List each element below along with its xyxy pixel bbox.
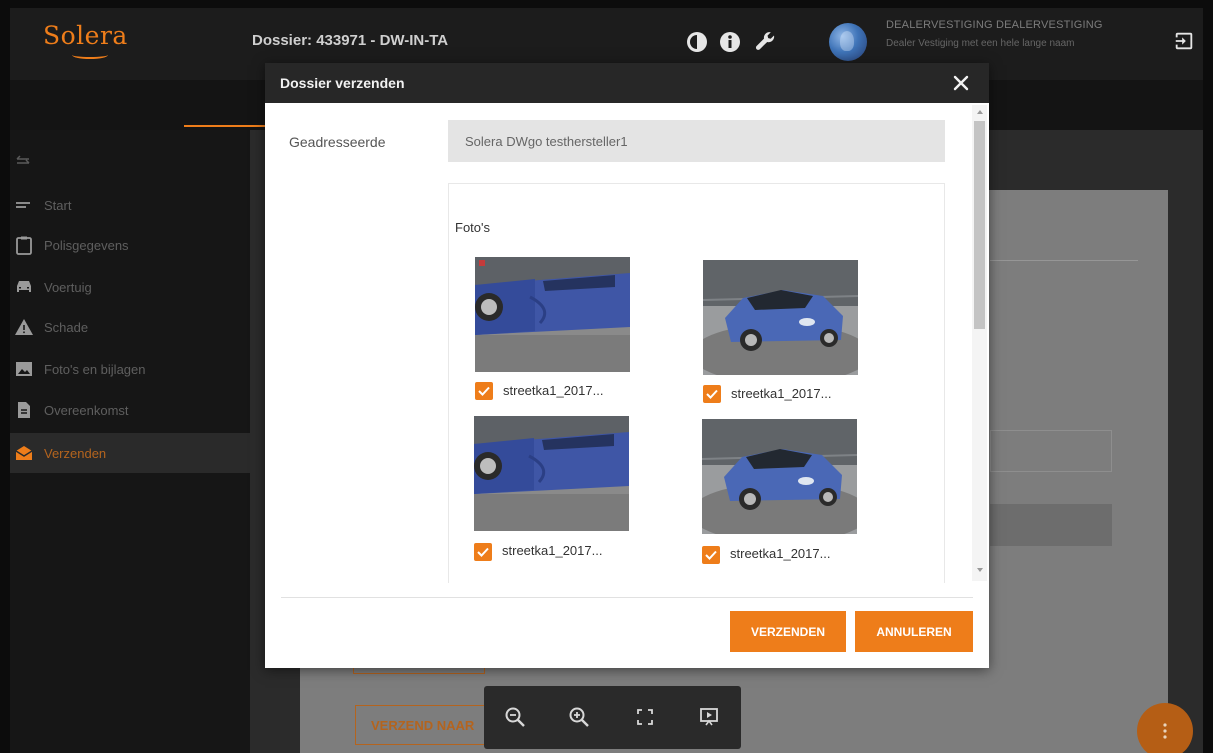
sidebar-item-label: Schade: [44, 319, 89, 335]
sidebar-item-label: Voertuig: [44, 279, 92, 295]
wrench-icon[interactable]: [754, 30, 778, 54]
car-front-photo[interactable]: [703, 260, 858, 375]
background-field: [990, 430, 1112, 472]
sidebar: Start Polisgegevens Voertuig Schade Foto…: [10, 130, 250, 753]
warning-icon: [15, 319, 33, 335]
photo-item[interactable]: streetka1_2017...: [703, 260, 863, 410]
photo-item[interactable]: streetka1_2017...: [702, 419, 862, 569]
photo-filename: streetka1_2017...: [731, 386, 832, 401]
scrollbar-thumb[interactable]: [974, 121, 985, 329]
photo-filename: streetka1_2017...: [730, 546, 831, 561]
background-field: [990, 504, 1112, 546]
photos-heading: Foto's: [455, 220, 490, 235]
photo-checkbox[interactable]: [703, 385, 721, 403]
scroll-down-arrow-icon[interactable]: [976, 566, 984, 574]
sidebar-item-voertuig[interactable]: Voertuig: [10, 267, 250, 307]
present-icon[interactable]: [698, 706, 720, 728]
photo-checkbox[interactable]: [475, 382, 493, 400]
photo-filename: streetka1_2017...: [502, 543, 603, 558]
user-name: DEALERVESTIGING DEALERVESTIGING: [886, 19, 1103, 31]
info-icon[interactable]: [718, 30, 742, 54]
car-side-photo[interactable]: [474, 416, 629, 531]
solera-logo[interactable]: Solera: [43, 21, 128, 50]
avatar[interactable]: [829, 23, 867, 61]
addressee-field[interactable]: [448, 120, 945, 162]
photo-checkbox[interactable]: [702, 546, 720, 564]
zoom-toolbar: [484, 686, 741, 749]
car-icon: [17, 281, 31, 292]
more-vert-icon: [1163, 723, 1167, 739]
scroll-up-arrow-icon[interactable]: [976, 108, 984, 116]
car-front-photo[interactable]: [702, 419, 857, 534]
sidebar-item-label: Foto's en bijlagen: [44, 361, 146, 377]
document-icon: [18, 402, 30, 418]
dialog-header: Dossier verzenden: [265, 63, 989, 103]
photo-item[interactable]: streetka1_2017...: [474, 416, 634, 566]
zoom-out-icon[interactable]: [504, 706, 526, 728]
verzend-naar-button[interactable]: VERZEND NAAR: [355, 705, 495, 745]
dialog-footer-divider: [281, 597, 973, 598]
user-branch: Dealer Vestiging met een hele lange naam: [886, 38, 1075, 49]
sidebar-item-overeenkomst[interactable]: Overeenkomst: [10, 390, 250, 430]
check-icon: [706, 389, 718, 399]
divider: [990, 260, 1138, 261]
check-icon: [478, 386, 490, 396]
sidebar-item-label: Polisgegevens: [44, 237, 129, 253]
active-tab-indicator: [184, 125, 268, 127]
fit-screen-icon[interactable]: [634, 706, 656, 728]
sidebar-item-label: Verzenden: [44, 445, 107, 461]
addressee-label: Geadresseerde: [289, 134, 386, 150]
send-dossier-dialog: Dossier verzenden Geadresseerde Foto's: [265, 63, 989, 668]
car-side-photo[interactable]: [475, 257, 630, 372]
cancel-button[interactable]: ANNULEREN: [855, 611, 973, 652]
photo-filename: streetka1_2017...: [503, 383, 604, 398]
logout-icon[interactable]: [1173, 30, 1195, 52]
contrast-icon[interactable]: [685, 30, 709, 54]
envelope-icon: [15, 446, 33, 460]
photo-checkbox[interactable]: [474, 543, 492, 561]
sidebar-item-schade[interactable]: Schade: [10, 307, 250, 347]
collapse-arrows-icon[interactable]: [15, 152, 33, 170]
sidebar-item-label: Overeenkomst: [44, 402, 129, 418]
sidebar-item-label: Start: [44, 197, 72, 213]
menu-lines-icon: [16, 202, 30, 208]
close-icon[interactable]: [951, 73, 971, 93]
dossier-title: Dossier: 433971 - DW-IN-TA: [252, 32, 449, 49]
send-button[interactable]: VERZENDEN: [730, 611, 846, 652]
logo-swoosh: [72, 51, 108, 59]
check-icon: [705, 550, 717, 560]
dialog-body[interactable]: Geadresseerde Foto's: [265, 103, 989, 583]
sidebar-item-fotos-en-bijlagen[interactable]: Foto's en bijlagen: [10, 349, 250, 389]
clipboard-icon: [16, 236, 32, 255]
image-icon: [16, 362, 32, 376]
sidebar-item-polisgegevens[interactable]: Polisgegevens: [10, 225, 250, 265]
dialog-title: Dossier verzenden: [280, 75, 405, 91]
zoom-in-icon[interactable]: [568, 706, 590, 728]
photo-item[interactable]: streetka1_2017...: [475, 257, 635, 407]
sidebar-item-verzenden[interactable]: Verzenden: [10, 433, 250, 473]
check-icon: [477, 547, 489, 557]
sidebar-item-start[interactable]: Start: [10, 185, 250, 225]
